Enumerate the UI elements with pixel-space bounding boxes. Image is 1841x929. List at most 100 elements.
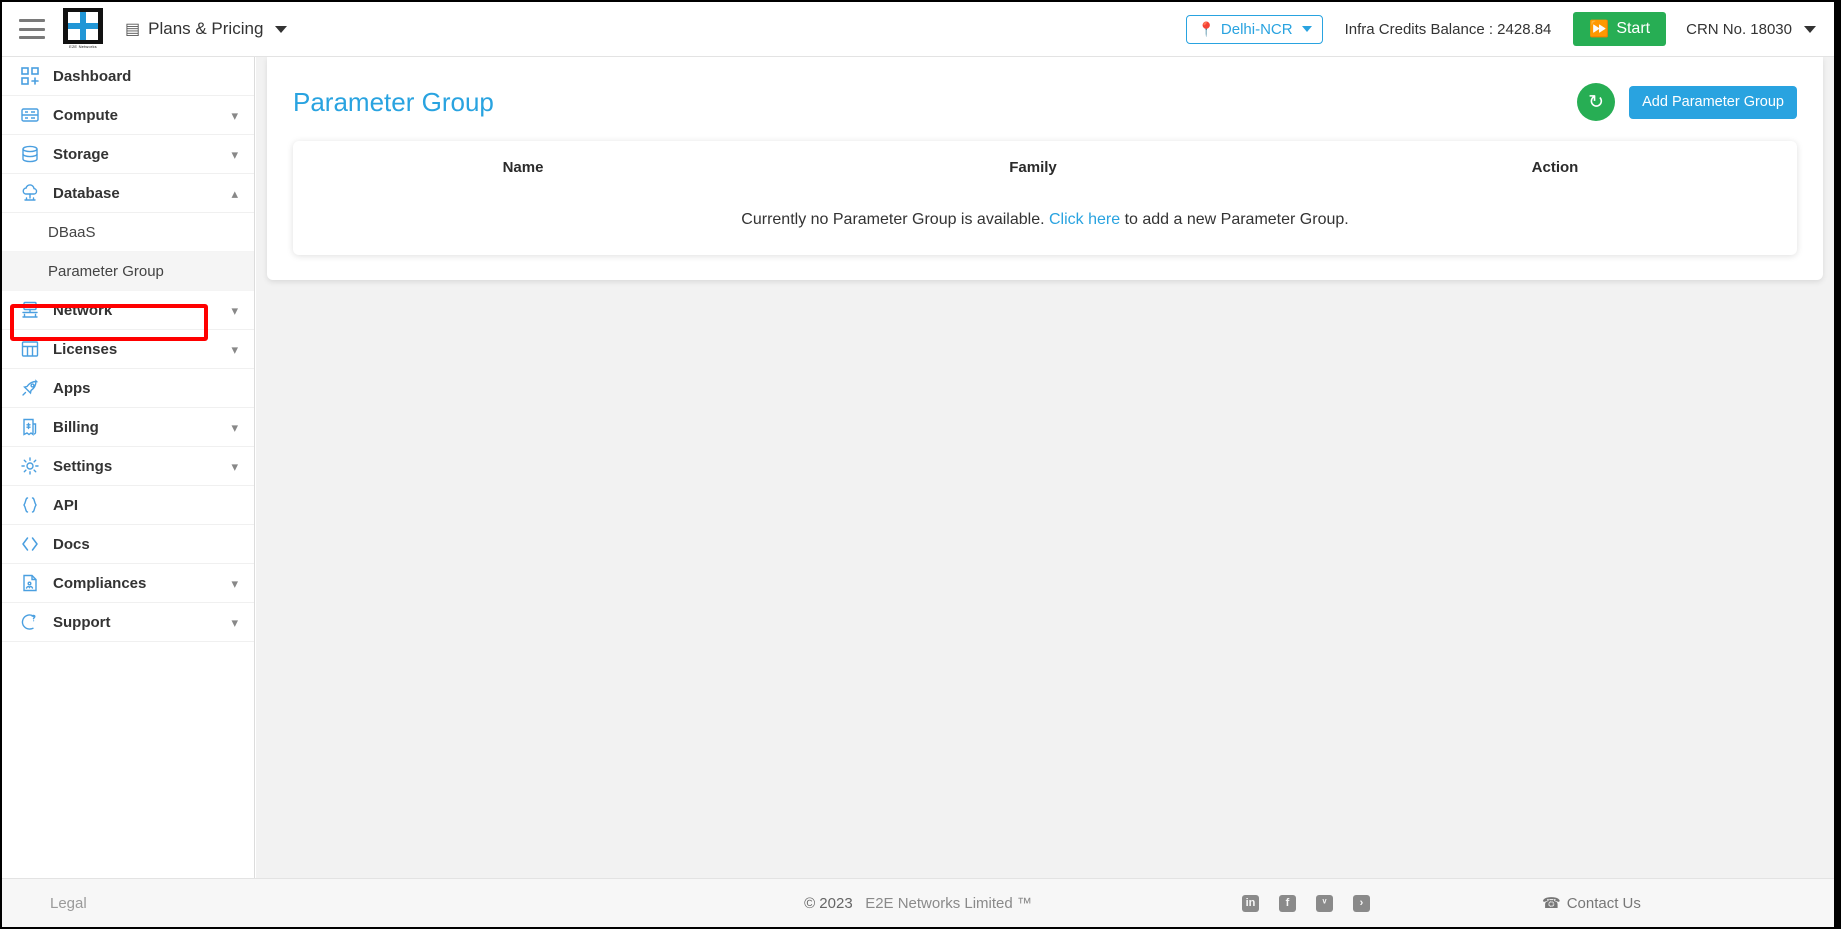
database-disk-icon xyxy=(19,143,41,165)
sidebar-item-label: Storage xyxy=(53,145,109,163)
chevron-down-icon: ▾ xyxy=(231,107,238,123)
sidebar-subitem-parameter-group[interactable]: Parameter Group xyxy=(2,252,254,291)
document-icon xyxy=(19,572,41,594)
copyright-brand: E2E Networks Limited ™ xyxy=(865,894,1032,912)
support-question-icon xyxy=(19,611,41,633)
chevron-down-icon xyxy=(1804,25,1816,33)
page-header-row: Parameter Group ↻ Add Parameter Group xyxy=(267,57,1823,121)
sidebar-item-label: Database xyxy=(53,184,120,202)
braces-icon xyxy=(19,494,41,516)
sidebar-item-network[interactable]: Network ▾ xyxy=(2,291,254,330)
sidebar-item-label: Compute xyxy=(53,106,118,124)
sidebar-item-billing[interactable]: Billing ▾ xyxy=(2,408,254,447)
refresh-icon: ↻ xyxy=(1588,91,1605,113)
network-icon xyxy=(19,299,41,321)
license-grid-icon xyxy=(19,338,41,360)
dashboard-grid-icon xyxy=(19,65,41,87)
sidebar-item-storage[interactable]: Storage ▾ xyxy=(2,135,254,174)
server-icon xyxy=(19,104,41,126)
empty-message-prefix: Currently no Parameter Group is availabl… xyxy=(741,211,1045,228)
sidebar-item-label: Settings xyxy=(53,457,113,475)
location-pin-icon: 📍 xyxy=(1197,20,1215,37)
empty-state-message: Currently no Parameter Group is availabl… xyxy=(293,193,1797,247)
sidebar-item-dashboard[interactable]: Dashboard xyxy=(2,57,254,96)
click-here-link[interactable]: Click here xyxy=(1049,211,1120,229)
hamburger-menu-icon[interactable] xyxy=(19,19,45,39)
start-button[interactable]: ⏩ Start xyxy=(1573,12,1667,46)
table-header-row: Name Family Action xyxy=(293,141,1797,193)
sidebar-item-licenses[interactable]: Licenses ▾ xyxy=(2,330,254,369)
sidebar-item-label: API xyxy=(53,496,79,514)
crn-label: CRN No. 18030 xyxy=(1686,20,1792,38)
sidebar-item-label: Docs xyxy=(53,535,90,553)
plans-and-pricing-menu[interactable]: ▤ Plans & Pricing xyxy=(125,19,288,39)
chevron-down-icon: ▾ xyxy=(231,575,238,591)
region-label: Delhi-NCR xyxy=(1220,20,1293,38)
phone-icon: ☎ xyxy=(1542,895,1561,912)
infra-credits-balance: Infra Credits Balance : 2428.84 xyxy=(1344,20,1552,38)
left-sidebar-nav[interactable]: Dashboard Compute ▾ Storage ▾ Database ▴… xyxy=(2,57,255,878)
contact-us-link[interactable]: ☎ Contact Us xyxy=(1542,894,1641,913)
sidebar-item-label: Dashboard xyxy=(53,67,132,85)
refresh-button[interactable]: ↻ xyxy=(1577,83,1616,121)
sidebar-item-label: Apps xyxy=(53,379,91,397)
parameter-group-panel: Parameter Group ↻ Add Parameter Group Na… xyxy=(267,57,1823,280)
chevron-down-icon: ▾ xyxy=(231,341,238,357)
copyright-text: © 2023 E2E Networks Limited ™ xyxy=(804,895,1032,912)
chevron-down-icon xyxy=(1301,26,1312,32)
social-links: in f ᵛ › xyxy=(1242,894,1370,912)
rss-icon[interactable]: › xyxy=(1353,894,1370,912)
chevron-down-icon: ▾ xyxy=(231,302,238,318)
cloud-database-icon xyxy=(19,182,41,204)
column-header-name: Name xyxy=(502,158,544,176)
app-viewport: E2E Networks ▤ Plans & Pricing 📍 Delhi-N… xyxy=(2,2,1834,927)
contact-us-label: Contact Us xyxy=(1566,894,1641,912)
chevron-down-icon: ▾ xyxy=(231,614,238,630)
linkedin-icon[interactable]: in xyxy=(1242,894,1259,912)
legal-link[interactable]: Legal xyxy=(50,895,87,912)
e2e-networks-logo[interactable]: E2E Networks xyxy=(63,8,103,50)
sidebar-item-support[interactable]: Support ▾ xyxy=(2,603,254,642)
facebook-icon[interactable]: f xyxy=(1279,894,1296,912)
sidebar-item-settings[interactable]: Settings ▾ xyxy=(2,447,254,486)
crn-menu[interactable]: CRN No. 18030 xyxy=(1686,21,1816,38)
sidebar-subitem-label: Parameter Group xyxy=(48,262,164,280)
sidebar-item-compute[interactable]: Compute ▾ xyxy=(2,96,254,135)
sidebar-item-compliances[interactable]: Compliances ▾ xyxy=(2,564,254,603)
chevron-down-icon: ▾ xyxy=(231,458,238,474)
main-content-area: Parameter Group ↻ Add Parameter Group Na… xyxy=(256,57,1834,878)
parameter-group-table: Name Family Action Currently no Paramete… xyxy=(293,141,1797,255)
empty-message-suffix: to add a new Parameter Group. xyxy=(1124,211,1349,228)
column-header-family: Family xyxy=(1009,158,1057,176)
twitter-icon[interactable]: ᵛ xyxy=(1316,894,1333,912)
invoice-dollar-icon xyxy=(19,416,41,438)
sidebar-item-label: Compliances xyxy=(53,574,147,592)
region-selector[interactable]: 📍 Delhi-NCR xyxy=(1186,14,1323,44)
sidebar-item-api[interactable]: API xyxy=(2,486,254,525)
code-brackets-icon xyxy=(19,533,41,555)
add-parameter-group-button[interactable]: Add Parameter Group xyxy=(1629,85,1797,119)
logo-caption: E2E Networks xyxy=(69,44,97,49)
chevron-down-icon xyxy=(275,25,288,33)
sidebar-item-label: Support xyxy=(53,613,111,631)
page-footer: Legal © 2023 E2E Networks Limited ™ in f… xyxy=(2,878,1834,927)
chevron-down-icon: ▾ xyxy=(231,419,238,435)
column-header-action: Action xyxy=(1531,158,1579,176)
sidebar-item-database[interactable]: Database ▴ xyxy=(2,174,254,213)
sidebar-item-docs[interactable]: Docs xyxy=(2,525,254,564)
chevron-down-icon: ▾ xyxy=(231,146,238,162)
gear-icon xyxy=(19,455,41,477)
sidebar-item-apps[interactable]: Apps xyxy=(2,369,254,408)
plans-and-pricing-label: Plans & Pricing xyxy=(148,19,264,38)
copyright-symbol: © 2023 xyxy=(804,894,853,912)
chevron-up-icon: ▴ xyxy=(231,185,238,201)
top-header-bar: E2E Networks ▤ Plans & Pricing 📍 Delhi-N… xyxy=(2,2,1834,57)
sidebar-item-label: Billing xyxy=(53,418,99,436)
sidebar-item-label: Licenses xyxy=(53,340,118,358)
sidebar-item-label: Network xyxy=(53,301,113,319)
sidebar-subitem-dbaas[interactable]: DBaaS xyxy=(2,213,254,252)
page-header-actions: ↻ Add Parameter Group xyxy=(1577,83,1797,121)
logo-frame-icon xyxy=(63,8,103,44)
rocket-icon xyxy=(19,377,41,399)
sidebar-subitem-label: DBaaS xyxy=(48,223,96,241)
